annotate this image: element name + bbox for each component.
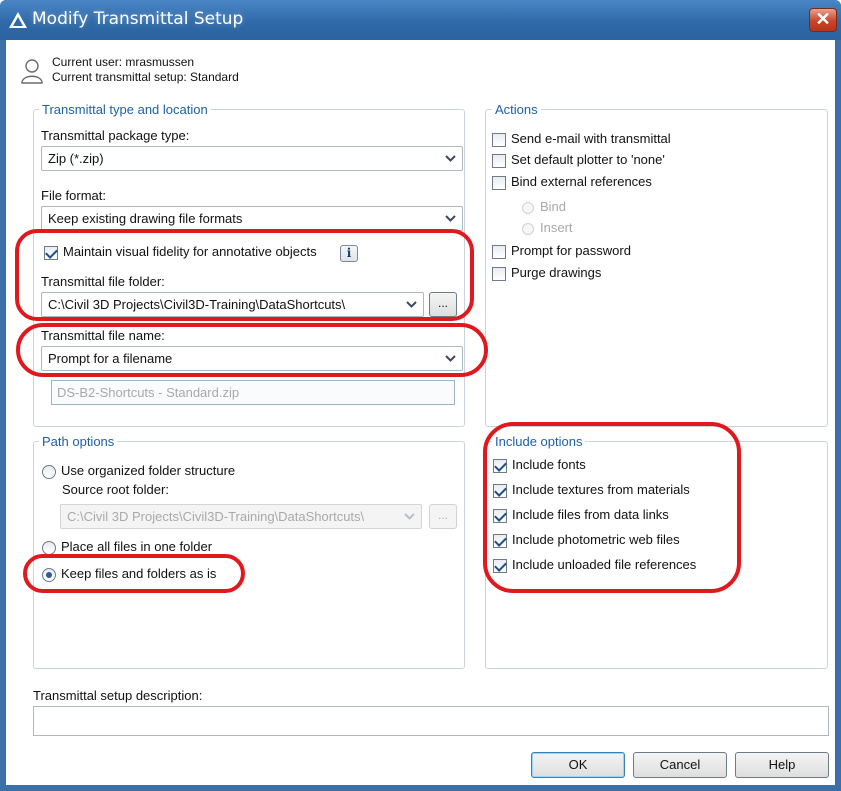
prompt-password-checkbox[interactable] [492,245,506,259]
chevron-down-icon [401,294,422,315]
include-options-legend: Include options [492,434,586,449]
file-format-label: File format: [41,188,107,203]
organized-folder-label: Use organized folder structure [61,463,236,478]
transmittal-type-location-legend: Transmittal type and location [39,102,211,117]
dialog-window: Modify Transmittal Setup ✕ Current user:… [0,0,841,791]
help-button[interactable]: Help [735,752,829,778]
maintain-fidelity-checkbox[interactable] [44,246,58,260]
description-label: Transmittal setup description: [33,688,203,703]
include-fonts-checkbox[interactable] [493,459,507,473]
send-email-checkbox[interactable] [492,133,506,147]
include-unloaded-refs-checkbox[interactable] [493,559,507,573]
include-data-links-label: Include files from data links [512,507,669,522]
include-data-links-checkbox[interactable] [493,509,507,523]
purge-drawings-checkbox[interactable] [492,267,506,281]
set-plotter-checkbox[interactable] [492,154,506,168]
file-name-label: Transmittal file name: [41,328,165,343]
dialog-client-area: Current user: mrasmussen Current transmi… [6,40,835,785]
include-unloaded-refs-label: Include unloaded file references [512,557,697,572]
dialog-title: Modify Transmittal Setup [32,9,244,29]
file-name-preview-value: DS-B2-Shortcuts - Standard.zip [57,385,240,400]
file-folder-select[interactable]: C:\Civil 3D Projects\Civil3D-Training\Da… [41,292,424,317]
user-icon [21,59,43,84]
ok-button[interactable]: OK [531,752,625,778]
file-format-value: Keep existing drawing file formats [48,211,243,226]
info-icon[interactable]: i [340,245,358,262]
package-type-value: Zip (*.zip) [48,151,104,166]
chevron-down-icon [399,506,420,527]
include-textures-checkbox[interactable] [493,484,507,498]
prompt-password-label: Prompt for password [511,243,631,258]
file-name-value: Prompt for a filename [48,351,173,366]
one-folder-label: Place all files in one folder [61,539,213,554]
file-folder-value: C:\Civil 3D Projects\Civil3D-Training\Da… [48,297,346,312]
source-root-value: C:\Civil 3D Projects\Civil3D-Training\Da… [67,509,365,524]
include-photometric-label: Include photometric web files [512,532,680,547]
insert-radio[interactable] [522,223,534,235]
close-icon[interactable]: ✕ [809,8,837,32]
chevron-down-icon [440,208,461,229]
current-user-label: Current user: mrasmussen [52,55,195,69]
autocad-app-icon [9,12,27,28]
include-photometric-checkbox[interactable] [493,534,507,548]
include-textures-label: Include textures from materials [512,482,690,497]
package-type-select[interactable]: Zip (*.zip) [41,146,463,171]
set-plotter-label: Set default plotter to 'none' [511,152,665,167]
package-type-label: Transmittal package type: [41,128,190,143]
description-input[interactable] [33,706,829,736]
keep-as-is-label: Keep files and folders as is [61,566,217,581]
chevron-down-icon [440,148,461,169]
browse-source-root-button[interactable]: ... [429,504,457,529]
path-options-legend: Path options [39,434,118,449]
chevron-down-icon [440,348,461,369]
include-options-group [485,441,828,669]
source-root-select[interactable]: C:\Civil 3D Projects\Civil3D-Training\Da… [60,504,422,529]
bind-xrefs-checkbox[interactable] [492,176,506,190]
organized-folder-radio[interactable] [42,465,56,479]
purge-drawings-label: Purge drawings [511,265,602,280]
keep-as-is-radio[interactable] [42,568,56,582]
file-name-select[interactable]: Prompt for a filename [41,346,463,371]
file-name-preview-field: DS-B2-Shortcuts - Standard.zip [51,380,455,405]
insert-radio-label: Insert [540,220,573,235]
cancel-button[interactable]: Cancel [633,752,727,778]
bind-radio[interactable] [522,202,534,214]
browse-folder-button[interactable]: ... [429,292,457,317]
maintain-fidelity-label: Maintain visual fidelity for annotative … [63,244,317,259]
actions-legend: Actions [492,102,541,117]
current-setup-label: Current transmittal setup: Standard [52,70,239,84]
file-format-select[interactable]: Keep existing drawing file formats [41,206,463,231]
title-bar: Modify Transmittal Setup ✕ [0,0,841,40]
include-fonts-label: Include fonts [512,457,586,472]
bind-radio-label: Bind [540,199,567,214]
send-email-label: Send e-mail with transmittal [511,131,671,146]
bind-xrefs-label: Bind external references [511,174,652,189]
file-folder-label: Transmittal file folder: [41,274,165,289]
source-root-label: Source root folder: [62,482,169,497]
one-folder-radio[interactable] [42,541,56,555]
